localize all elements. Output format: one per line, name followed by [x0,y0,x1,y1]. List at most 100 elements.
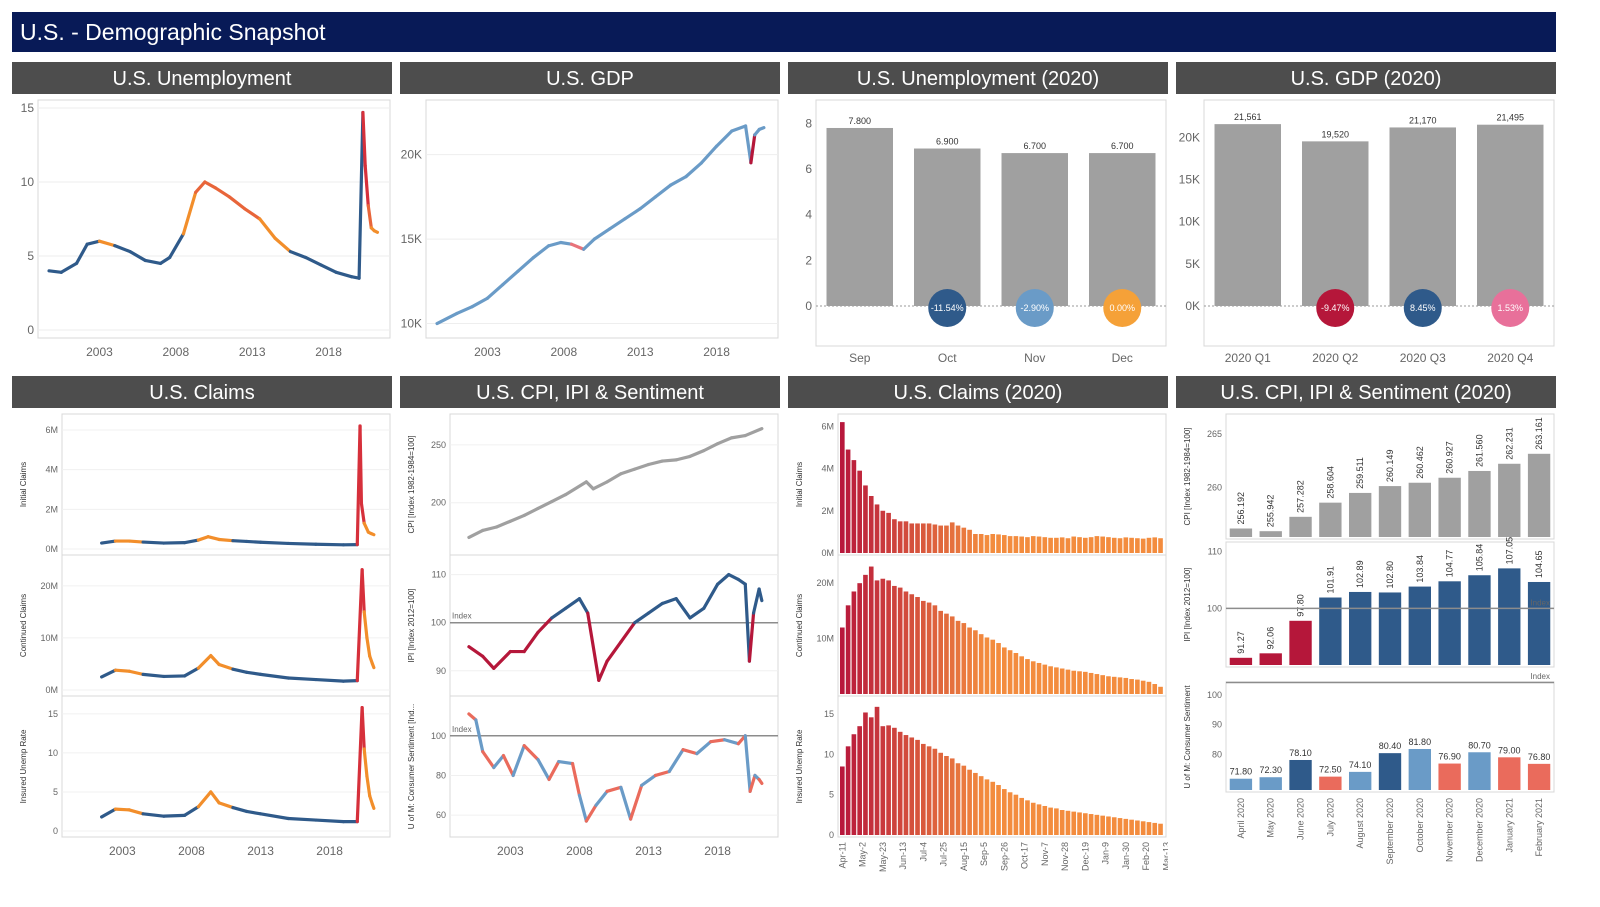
index-label: Index [452,612,472,621]
series-line [361,503,364,523]
y-tick-label: 0 [27,323,34,337]
series-line [593,482,607,489]
x-tick-label: November 2020 [1445,798,1455,862]
bar [967,770,972,835]
x-tick-label: February 2021 [1534,798,1544,857]
bar [967,628,972,695]
series-line [343,681,357,682]
series-line [621,623,635,642]
bar [1100,816,1105,835]
series-line [745,429,762,436]
series-line [662,599,676,604]
bar [1379,486,1401,537]
series-line [754,589,760,613]
bar [1118,818,1123,835]
x-tick-label: Oct-17 [1020,842,1030,869]
x-tick-label: July 2020 [1325,798,1335,837]
bar [1089,537,1094,553]
bar [990,640,995,694]
bar [985,637,990,694]
series-line [642,775,656,785]
bar [1048,666,1053,694]
bar [950,616,955,694]
bar [1054,538,1059,553]
cpi-ipi-sentiment-chart: 200250CPI [Index 1982-1984=100]90100110I… [400,412,780,902]
x-tick-label: Oct [938,351,957,365]
unemployment-line [87,241,99,244]
bar [1260,653,1282,665]
bar [892,728,897,835]
series-line [360,426,361,503]
series-line [524,746,538,760]
x-tick-label: 2018 [315,345,342,359]
x-tick-label: Sep [849,351,871,365]
y-axis-label: Insured Unemp Rate [795,729,804,803]
series-line [759,589,762,601]
series-line [635,465,649,470]
bar [1071,812,1076,835]
series-line [219,539,233,540]
series-line [697,742,711,754]
bar-value-label: 80.40 [1379,741,1402,751]
bar [1043,806,1048,835]
series-line [198,656,210,669]
series-line [362,708,364,749]
bar [1008,650,1013,694]
panel-title: U.S. GDP (2020) [1176,62,1556,94]
series-line [261,674,289,678]
series-line [367,638,370,656]
series-line [469,647,483,657]
y-tick-label: 0 [53,826,58,836]
bar-value-label: 102.89 [1355,560,1365,588]
bar [846,450,851,553]
unemployment-line [115,246,130,252]
unemployment-line [161,257,170,263]
bar-value-label: 259.511 [1355,457,1365,489]
bar [1014,795,1019,835]
bar [1100,537,1105,553]
bar [973,630,978,694]
bar [1043,665,1048,694]
y-tick-label: 10K [401,317,422,331]
series-line [233,669,247,672]
bar [1141,681,1146,694]
series-line [662,460,676,461]
bar [1106,816,1111,835]
series-line [524,508,538,515]
bar [909,523,914,553]
bar [1260,531,1282,537]
change-label: 1.53% [1497,303,1523,313]
bar [1528,764,1550,790]
bar [1066,538,1071,553]
bar-value-label: 92.06 [1266,627,1276,650]
bar [1528,582,1550,665]
bar-value-label: 21,170 [1409,115,1437,125]
x-tick-label: 2020 Q3 [1400,351,1446,365]
bar-value-label: 261.560 [1474,434,1484,467]
y-tick-label: 90 [436,666,446,676]
bar [881,579,886,694]
bar [909,737,914,835]
bar [1048,538,1053,553]
bar-value-label: 102.80 [1385,561,1395,589]
y-tick-label: 6M [821,421,834,431]
bar [938,526,943,553]
y-tick-label: 100 [431,618,446,628]
bar [1129,820,1134,835]
series-line [288,543,316,544]
bar-value-label: 6.700 [1111,141,1134,151]
bar-value-label: 7.800 [848,116,871,126]
series-line [164,815,185,816]
x-tick-label: Apr-11 [837,842,847,868]
series-line [372,804,373,808]
bar [869,717,874,835]
series-line [683,750,697,754]
x-tick-label: 2003 [497,844,524,858]
gdp-line [503,271,518,285]
x-tick-label: May-2 [858,842,868,867]
bar [1002,153,1069,306]
index-label: Index [452,725,472,734]
bar [1147,822,1152,835]
bar [1008,792,1013,835]
bar [1158,824,1163,835]
